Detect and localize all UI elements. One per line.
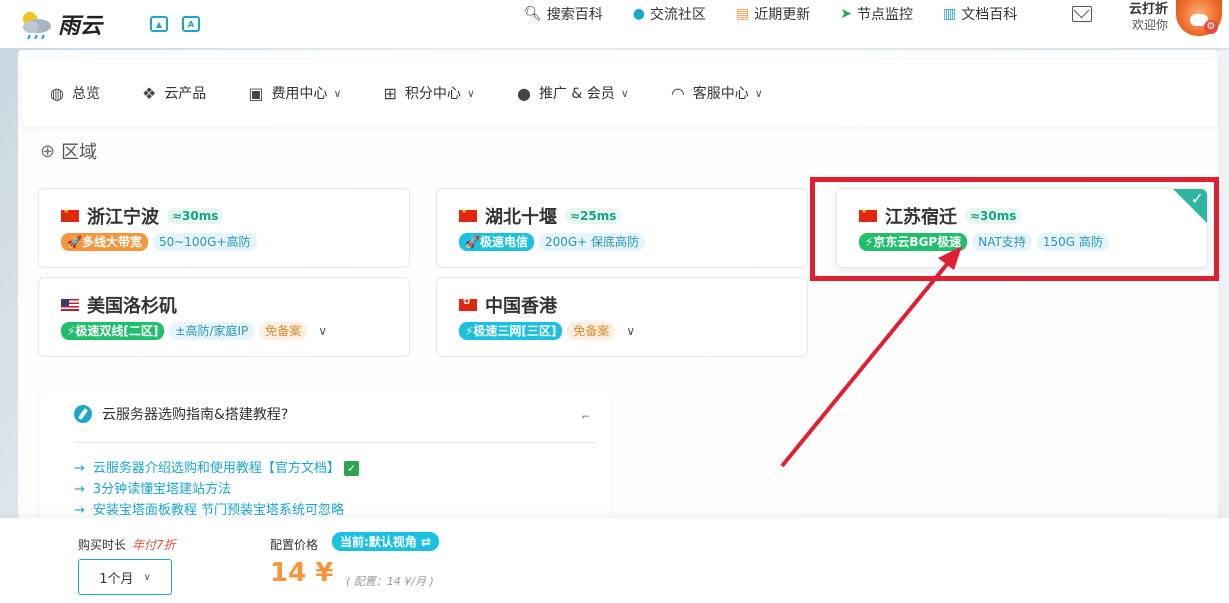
- collapse-icon[interactable]: ⌐: [582, 412, 590, 423]
- tag: 🚀多线大带宽: [61, 233, 148, 251]
- arrow-right-icon: →: [74, 461, 85, 476]
- check-box-icon: ✓: [343, 461, 359, 476]
- book-icon: ▥: [942, 6, 957, 22]
- chevron-down-icon: ∨: [754, 86, 763, 100]
- tag: 免备案: [567, 322, 616, 340]
- period-label: 购买时长: [78, 538, 127, 552]
- gear-icon[interactable]: ⚙: [1204, 20, 1218, 34]
- chevron-down-icon: ∨: [143, 571, 151, 583]
- nav-search[interactable]: 🔍︎ 搜索百科: [524, 4, 603, 24]
- period-discount: 年付7折: [132, 538, 176, 552]
- tag: ⚡极速三网[三区]: [459, 322, 563, 340]
- region-card-losangeles[interactable]: 美国洛杉矶 ⚡极速双线[二区] ±高防/家庭IP 免备案 ∨: [38, 277, 410, 357]
- cubes-icon: ❖: [141, 83, 157, 103]
- period-select[interactable]: 1个月 ∨: [78, 559, 172, 595]
- scrollbar[interactable]: [1218, 50, 1229, 520]
- tag: ⚡极速双线[二区]: [61, 322, 165, 340]
- top-nav: 🔍︎ 搜索百科 ● 交流社区 ▤ 近期更新 ➤ 节点监控 ▥ 文档百科: [524, 0, 1047, 28]
- cloud-logo-icon: [18, 9, 56, 40]
- search-icon: 🔍︎: [524, 6, 542, 22]
- subnav-promotion[interactable]: ● 推广 & 会员 ∨: [517, 83, 629, 103]
- subnav-products[interactable]: ❖ 云产品: [142, 83, 206, 103]
- price-value: 14 ¥: [270, 558, 334, 588]
- globe-icon: ⊕: [40, 140, 56, 162]
- subnav-support[interactable]: ◠ 客服中心 ∨: [671, 83, 763, 103]
- users-icon: ●: [516, 83, 531, 103]
- region-card-hongkong[interactable]: 中国香港 ⚡极速三网[三区] 免备案 ∨: [436, 277, 808, 357]
- dashboard-icon: ◍: [50, 83, 64, 103]
- compass-icon: [74, 405, 92, 423]
- chevron-down-icon: ∨: [620, 86, 629, 100]
- subnav-points[interactable]: ⊞ 积分中心 ∨: [384, 83, 475, 103]
- location-arrow-icon: ➤: [840, 6, 852, 22]
- chevron-down-icon: ∨: [333, 86, 342, 100]
- tag: 50~100G+高防: [152, 233, 257, 251]
- chevron-down-icon: ∨: [466, 86, 475, 100]
- arrow-right-icon: →: [74, 482, 85, 497]
- tag: 免备案: [259, 322, 308, 340]
- price-label: 配置价格: [270, 538, 319, 552]
- region-title: ⊕ 区域: [40, 140, 98, 164]
- view-toggle-badge[interactable]: 当前:默认视角 ⇄: [332, 532, 440, 551]
- divider: [74, 442, 596, 443]
- user-info[interactable]: 云打折 欢迎你: [1122, 1, 1168, 33]
- money-icon: ▣: [248, 83, 264, 103]
- region-card-ningbo[interactable]: 浙江宁波≈30ms 🚀多线大带宽 50~100G+高防: [38, 188, 410, 268]
- us-flag-icon: [61, 299, 79, 311]
- nav-updates[interactable]: ▤ 近期更新: [736, 4, 810, 24]
- guide-panel: 云服务器选购指南&搭建教程? ⌐ → 云服务器介绍选购和使用教程【官方文档】 ✓ →…: [40, 390, 610, 520]
- tag: 🚀极速电信: [459, 233, 534, 251]
- cn-flag-icon: [61, 207, 79, 222]
- chevron-down-icon[interactable]: ∨: [318, 324, 327, 338]
- ping-badge: ≈25ms: [565, 208, 622, 224]
- subnav-overview[interactable]: ◍ 总览: [50, 83, 100, 103]
- chevron-down-icon[interactable]: ∨: [626, 324, 635, 338]
- guide-title: 云服务器选购指南&搭建教程?: [102, 407, 289, 423]
- price-sub: ( 配置：14 ¥/月 ): [346, 575, 434, 588]
- translate-icon[interactable]: A: [182, 16, 200, 32]
- user-name: 云打折: [1128, 2, 1168, 17]
- nav-community[interactable]: ● 交流社区: [633, 4, 706, 24]
- subnav-billing[interactable]: ▣ 费用中心 ∨: [248, 83, 341, 103]
- ping-badge: ≈30ms: [167, 208, 224, 224]
- region-card-shiyan[interactable]: 湖北十堰≈25ms 🚀极速电信 200G+ 保底高防: [436, 188, 808, 268]
- guide-link[interactable]: → 云服务器介绍选购和使用教程【官方文档】 ✓: [74, 458, 359, 479]
- user-greeting: 欢迎你: [1131, 18, 1168, 32]
- top-header: 雨云 ▲ A 🔍︎ 搜索百科 ● 交流社区 ▤ 近期更新 ➤ 节点监控 ▥ 文档百科 云打…: [0, 0, 1229, 48]
- image-icon[interactable]: ▲: [150, 16, 168, 32]
- nav-docs[interactable]: ▥ 文档百科: [943, 4, 1017, 24]
- cn-flag-icon: [459, 207, 477, 222]
- logo[interactable]: 雨云: [18, 8, 128, 40]
- qq-icon: ●: [632, 6, 645, 22]
- hk-flag-icon: [459, 297, 477, 311]
- news-icon: ▤: [736, 6, 750, 22]
- tag: ±高防/家庭IP: [169, 322, 255, 340]
- logo-text: 雨云: [58, 13, 103, 39]
- headset-icon: ◠: [670, 83, 685, 103]
- guide-link[interactable]: → 安装宝塔面板教程 节门预装宝塔系统可忽略: [74, 500, 359, 520]
- tag: 200G+ 保底高防: [538, 233, 646, 251]
- gift-icon: ⊞: [383, 83, 397, 103]
- guide-link[interactable]: → 3分钟读懂宝塔建站方法: [74, 479, 359, 500]
- bottom-bar: 购买时长 年付7折 1个月 ∨ 配置价格 当前:默认视角 ⇄ 14 ¥ ( 配置：1…: [0, 518, 1229, 603]
- arrow-right-icon: →: [74, 503, 85, 518]
- sub-nav: ◍ 总览 ❖ 云产品 ▣ 费用中心 ∨ ⊞ 积分中心 ∨ ● 推广 & 会员 ∨ ◠ 客服中心 ∨: [22, 60, 1218, 126]
- highlight-box: [810, 177, 1219, 281]
- mail-icon[interactable]: [1072, 6, 1092, 22]
- nav-monitor[interactable]: ➤ 节点监控: [840, 4, 913, 24]
